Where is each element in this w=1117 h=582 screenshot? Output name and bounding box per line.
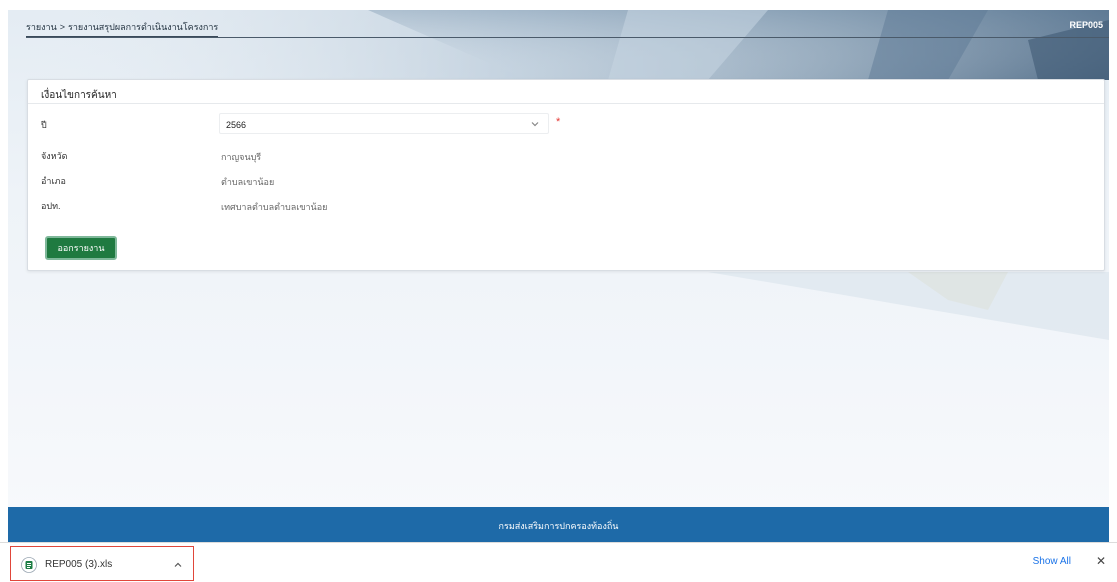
lao-row: อปท. เทศบาลตำบลตำบลเขาน้อย	[28, 194, 1104, 216]
required-mark: *	[556, 116, 561, 128]
province-value: กาญจนบุรี	[221, 152, 262, 162]
breadcrumb-parent-link[interactable]: รายงาน	[26, 22, 57, 32]
close-icon[interactable]: ✕	[1096, 554, 1106, 568]
spreadsheet-file-icon	[21, 557, 37, 573]
lao-value: เทศบาลตำบลตำบลเขาน้อย	[221, 202, 328, 212]
search-card-title: เงื่อนไขการค้นหา	[41, 90, 117, 101]
show-all-button[interactable]: Show All	[1033, 556, 1071, 567]
district-value: ตำบลเขาน้อย	[221, 177, 275, 187]
lao-label: อปท.	[41, 201, 61, 211]
generate-report-button[interactable]: ออกรายงาน	[45, 236, 117, 260]
year-select-value: 2566	[226, 120, 247, 130]
province-row: จังหวัด กาญจนบุรี	[28, 144, 1104, 166]
breadcrumb-separator: >	[59, 22, 66, 32]
district-label: อำเภอ	[41, 176, 66, 186]
year-label: ปี	[41, 120, 47, 130]
search-card-header: เงื่อนไขการค้นหา	[28, 80, 1104, 104]
chevron-down-icon	[531, 122, 539, 127]
page-code: REP005	[1069, 20, 1103, 30]
download-file-name: REP005 (3).xls	[45, 559, 113, 570]
download-item[interactable]: REP005 (3).xls	[10, 546, 194, 581]
header-divider	[26, 37, 1109, 38]
province-label: จังหวัด	[41, 151, 68, 161]
year-select[interactable]: 2566	[219, 113, 549, 134]
chevron-up-icon[interactable]	[173, 560, 183, 570]
search-card: เงื่อนไขการค้นหา ปี 2566 * จังหวัด กาญจน…	[27, 79, 1105, 271]
breadcrumb-current: รายงานสรุปผลการดำเนินงานโครงการ	[68, 22, 219, 32]
download-shelf: REP005 (3).xls Show All ✕	[0, 542, 1117, 582]
top-bar: รายงาน > รายงานสรุปผลการดำเนินงานโครงการ R…	[8, 10, 1109, 38]
footer: กรมส่งเสริมการปกครองท้องถิ่น	[8, 507, 1109, 542]
year-row: ปี 2566 *	[28, 113, 1104, 135]
footer-text: กรมส่งเสริมการปกครองท้องถิ่น	[498, 521, 619, 531]
app-viewport: รายงาน > รายงานสรุปผลการดำเนินงานโครงการ R…	[8, 10, 1109, 542]
breadcrumb: รายงาน > รายงานสรุปผลการดำเนินงานโครงการ	[26, 20, 219, 37]
district-row: อำเภอ ตำบลเขาน้อย	[28, 169, 1104, 191]
